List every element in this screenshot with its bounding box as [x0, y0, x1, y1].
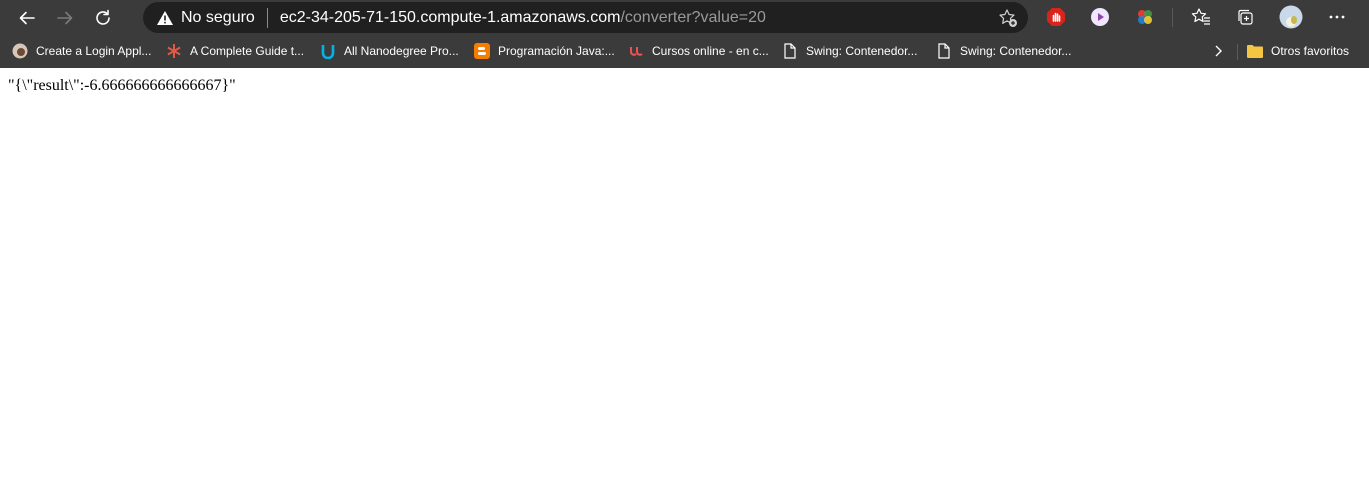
page-icon [936, 43, 952, 59]
favorites-icon[interactable] [1189, 5, 1213, 29]
warning-icon[interactable] [156, 9, 174, 27]
address-separator [266, 7, 268, 28]
json-response-text: "{\"result\":-6.666666666666667}" [8, 77, 236, 94]
collections-icon[interactable] [1233, 5, 1257, 29]
other-favorites[interactable]: Otros favoritos [1247, 39, 1349, 63]
bookmark-label: Programación Java:... [498, 44, 615, 58]
bookmarks-bar: Create a Login Appl... A Complete Guide … [0, 35, 1369, 68]
add-favorite-icon[interactable] [998, 8, 1018, 33]
url-path[interactable]: /converter?value=20 [620, 9, 765, 27]
bookmarks-overflow-button[interactable] [1211, 39, 1225, 63]
back-button[interactable] [8, 2, 46, 34]
bookmark-item[interactable]: All Nanodegree Pro... [320, 39, 459, 63]
bookmark-label: Create a Login Appl... [36, 44, 152, 58]
bookmark-item[interactable]: Programación Java:... [474, 39, 615, 63]
blogger-favicon [474, 43, 490, 59]
more-menu-icon[interactable] [1325, 5, 1349, 29]
folder-icon [1247, 43, 1263, 59]
site-favicon [12, 43, 28, 59]
bookmarks-divider [1237, 44, 1238, 60]
bookmark-item[interactable]: Cursos online - en c... [628, 39, 769, 63]
udemy-favicon [628, 43, 644, 59]
forward-button[interactable] [46, 2, 84, 34]
bookmark-item[interactable]: A Complete Guide t... [166, 39, 304, 63]
page-icon [782, 43, 798, 59]
toolbar-divider [1172, 8, 1173, 27]
asterisk-favicon [166, 43, 182, 59]
bookmark-item[interactable]: Swing: Contenedor... [782, 39, 917, 63]
bookmark-label: Swing: Contenedor... [806, 44, 918, 58]
bookmark-label: Cursos online - en c... [652, 44, 769, 58]
forward-arrow-icon [57, 11, 73, 24]
adblock-extension-icon[interactable] [1044, 5, 1068, 29]
bookmark-item[interactable]: Swing: Contenedor... [936, 39, 1071, 63]
bookmark-item[interactable]: Create a Login Appl... [12, 39, 151, 63]
refresh-icon [96, 9, 110, 25]
udacity-favicon [320, 43, 336, 59]
browser-chrome: No seguro ec2-34-205-71-150.compute-1.am… [0, 0, 1369, 68]
browser-toolbar: No seguro ec2-34-205-71-150.compute-1.am… [0, 0, 1369, 35]
media-extension-icon[interactable] [1088, 5, 1112, 29]
refresh-button[interactable] [84, 2, 122, 34]
address-bar[interactable]: No seguro ec2-34-205-71-150.compute-1.am… [143, 2, 1028, 33]
bookmark-label: A Complete Guide t... [190, 44, 305, 58]
profile-avatar[interactable] [1279, 5, 1303, 29]
security-label[interactable]: No seguro [181, 9, 255, 27]
page-content: "{\"result\":-6.666666666666667}" [0, 68, 1369, 95]
chevron-right-icon [1215, 45, 1222, 57]
color-picker-extension-icon[interactable] [1133, 5, 1157, 29]
bookmark-label: Swing: Contenedor... [960, 44, 1072, 58]
back-arrow-icon [19, 11, 35, 24]
other-favorites-label: Otros favoritos [1271, 44, 1350, 58]
bookmark-label: All Nanodegree Pro... [344, 44, 459, 58]
url-host[interactable]: ec2-34-205-71-150.compute-1.amazonaws.co… [280, 9, 621, 27]
